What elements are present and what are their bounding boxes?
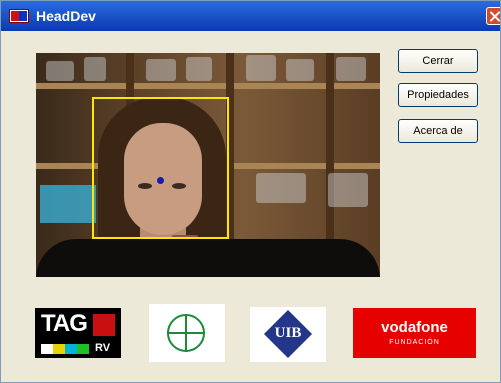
window-close-button[interactable]	[486, 7, 500, 25]
headdev-window: HeadDev Cerrar Propiedades Acerca de TAG…	[0, 0, 501, 383]
tag-logo-sub: RV	[95, 342, 111, 354]
fundacion-logo	[149, 304, 225, 362]
camera-view	[36, 53, 380, 277]
uib-logo: UIB	[250, 307, 326, 362]
subject-shirt	[36, 239, 380, 277]
tag-rv-logo: TAG RV	[35, 308, 121, 358]
window-title: HeadDev	[36, 8, 96, 24]
about-button[interactable]: Acerca de	[398, 119, 478, 143]
app-icon	[9, 9, 29, 23]
background-object	[40, 185, 96, 223]
title-bar[interactable]: HeadDev	[1, 1, 500, 31]
nose-tracking-point	[157, 177, 164, 184]
properties-button[interactable]: Propiedades	[398, 83, 478, 107]
tag-logo-text: TAG	[41, 310, 88, 337]
vodafone-fundacion-logo: vodafone FUNDACIÓN	[353, 308, 476, 358]
close-button[interactable]: Cerrar	[398, 49, 478, 73]
vodafone-logo-sub: FUNDACIÓN	[389, 339, 440, 346]
face-detection-box	[92, 97, 229, 239]
globe-icon	[167, 314, 205, 352]
vodafone-logo-text: vodafone	[381, 319, 448, 336]
uib-logo-text: UIB	[274, 325, 302, 341]
